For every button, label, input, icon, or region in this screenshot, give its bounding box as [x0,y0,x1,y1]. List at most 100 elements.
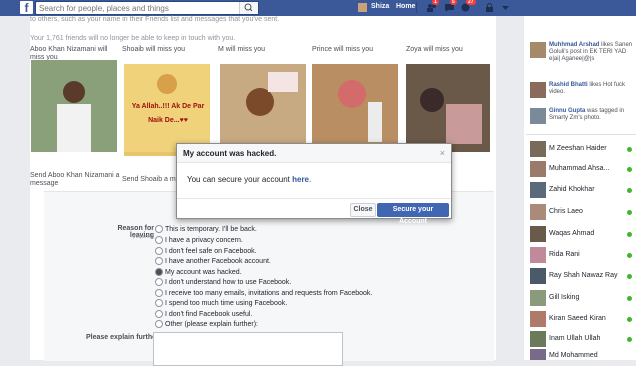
chat-contact[interactable]: Kiran Saeed Kiran [526,310,636,328]
radio-button[interactable] [155,310,163,318]
ticker-name[interactable]: Rashid Bhatti [549,82,588,88]
friend-card: Shoaib will miss you Ya Allah..!!! Ak De… [122,46,212,183]
avatar [530,247,546,263]
ticker-name[interactable]: Ginnu Gupta [549,108,585,114]
radio-button[interactable] [155,225,163,233]
chat-contact[interactable]: Chris Laeo [526,203,636,221]
contact-name: Chris Laeo [549,208,583,215]
reason-option[interactable]: I spend too much time using Facebook. [155,299,287,309]
account-menu-button[interactable] [500,2,511,13]
chat-contact[interactable]: Rida Rani [526,246,636,264]
chat-contact[interactable]: Md Mohammed [526,348,636,360]
radio-button[interactable] [155,320,163,328]
contact-name: Zahid Khokhar [549,186,595,193]
online-status-icon [627,167,632,172]
online-status-icon [627,188,632,193]
explain-textarea[interactable] [153,332,343,366]
radio-button[interactable] [155,299,163,307]
contact-name: Kiran Saeed Kiran [549,315,606,322]
person-photo-icon [31,60,117,152]
radio-button[interactable] [155,257,163,265]
messages-badge: 5 [450,0,457,5]
search-box [35,1,259,15]
friend-caption: Shoaib will miss you [122,46,186,53]
reason-option-hacked[interactable]: My account was hacked. [155,268,242,278]
deactivation-info-text: to others, such as your name in their Fr… [30,16,280,23]
chat-contact[interactable]: Waqas Ahmad [526,225,636,243]
chat-contact[interactable]: Inam Ullah Ullah [526,330,636,348]
online-status-icon [627,147,632,152]
home-link[interactable]: Home [396,3,415,10]
radio-button[interactable] [155,236,163,244]
secure-account-button[interactable]: Secure your Account [377,203,449,225]
dialog-title: My account was hacked. [183,149,277,158]
avatar [530,311,546,327]
online-status-icon [627,274,632,279]
hacked-account-dialog: My account was hacked. × You can secure … [176,143,452,225]
radio-button[interactable] [155,278,163,286]
messages-button[interactable]: 5 [444,0,457,13]
online-status-icon [627,253,632,258]
reason-option[interactable]: I have a privacy concern. [155,236,243,246]
chat-divider [526,134,636,135]
avatar [530,108,546,124]
radio-button-selected[interactable] [155,268,163,276]
friends-notice: Your 1,761 friends will no longer be abl… [30,35,236,42]
avatar [530,331,546,347]
avatar [530,226,546,242]
reason-option[interactable]: I don't find Facebook useful. [155,310,252,320]
avatar [530,182,546,198]
avatar [530,349,546,360]
chat-contact[interactable]: Zahid Khokhar [526,181,636,199]
avatar [530,204,546,220]
profile-link[interactable]: Shiza [371,3,389,10]
search-button[interactable] [239,2,258,14]
dialog-footer: Close Secure your Account [177,198,451,225]
friend-requests-button[interactable]: 1 [426,0,439,13]
secure-here-link[interactable]: here [292,175,309,184]
friend-photo[interactable] [31,60,117,152]
lock-icon [486,3,493,12]
online-status-icon [627,210,632,215]
avatar [530,161,546,177]
search-input[interactable] [36,2,229,14]
contact-name: Md Mohammed [549,352,598,359]
search-icon [244,3,253,12]
person-photo-icon [406,64,490,152]
reason-option[interactable]: This is temporary. I'll be back. [155,225,257,235]
send-message-link[interactable]: Send Aboo Khan Nizamani a message [30,172,120,188]
chevron-down-icon [502,6,509,10]
close-button[interactable]: Close [350,203,376,217]
friend-requests-badge: 1 [432,0,439,5]
radio-button[interactable] [155,247,163,255]
contact-name: Rida Rani [549,251,580,258]
chat-contact[interactable]: Ray Shah Nawaz Ray [526,267,636,285]
contact-name: Gill Isking [549,294,580,301]
contact-name: Waqas Ahmad [549,230,595,237]
reason-option[interactable]: Other (please explain further): [155,320,258,330]
notifications-button[interactable]: 27 [460,0,476,13]
privacy-shortcuts-button[interactable] [484,2,495,13]
chat-contact[interactable]: Gill Isking [526,289,636,307]
chat-contact[interactable]: Muhammad Ahsa... [526,160,636,178]
friend-card: Prince will miss you [312,46,402,152]
reason-option[interactable]: I have another Facebook account. [155,257,271,267]
contact-name: Inam Ullah Ullah [549,335,601,342]
nav-divider [416,2,417,13]
reason-option[interactable]: I receive too many emails, invitations a… [155,289,372,299]
reason-option[interactable]: I don't understand how to use Facebook. [155,278,291,288]
facebook-logo-icon[interactable]: f [20,1,33,15]
ticker-name[interactable]: Muhhmad Arshad [549,42,599,48]
online-status-icon [627,337,632,342]
chat-contact[interactable]: M Zeeshan Haider [526,140,636,158]
friend-card: M will miss you [218,46,308,152]
avatar [530,290,546,306]
avatar [530,268,546,284]
reason-option[interactable]: I don't feel safe on Facebook. [155,247,257,257]
avatar [530,141,546,157]
close-icon[interactable]: × [440,148,445,158]
dialog-message: You can secure your account here. [187,175,312,184]
radio-button[interactable] [155,289,163,297]
user-avatar[interactable] [358,3,367,12]
explain-label: Please explain further [86,334,159,341]
